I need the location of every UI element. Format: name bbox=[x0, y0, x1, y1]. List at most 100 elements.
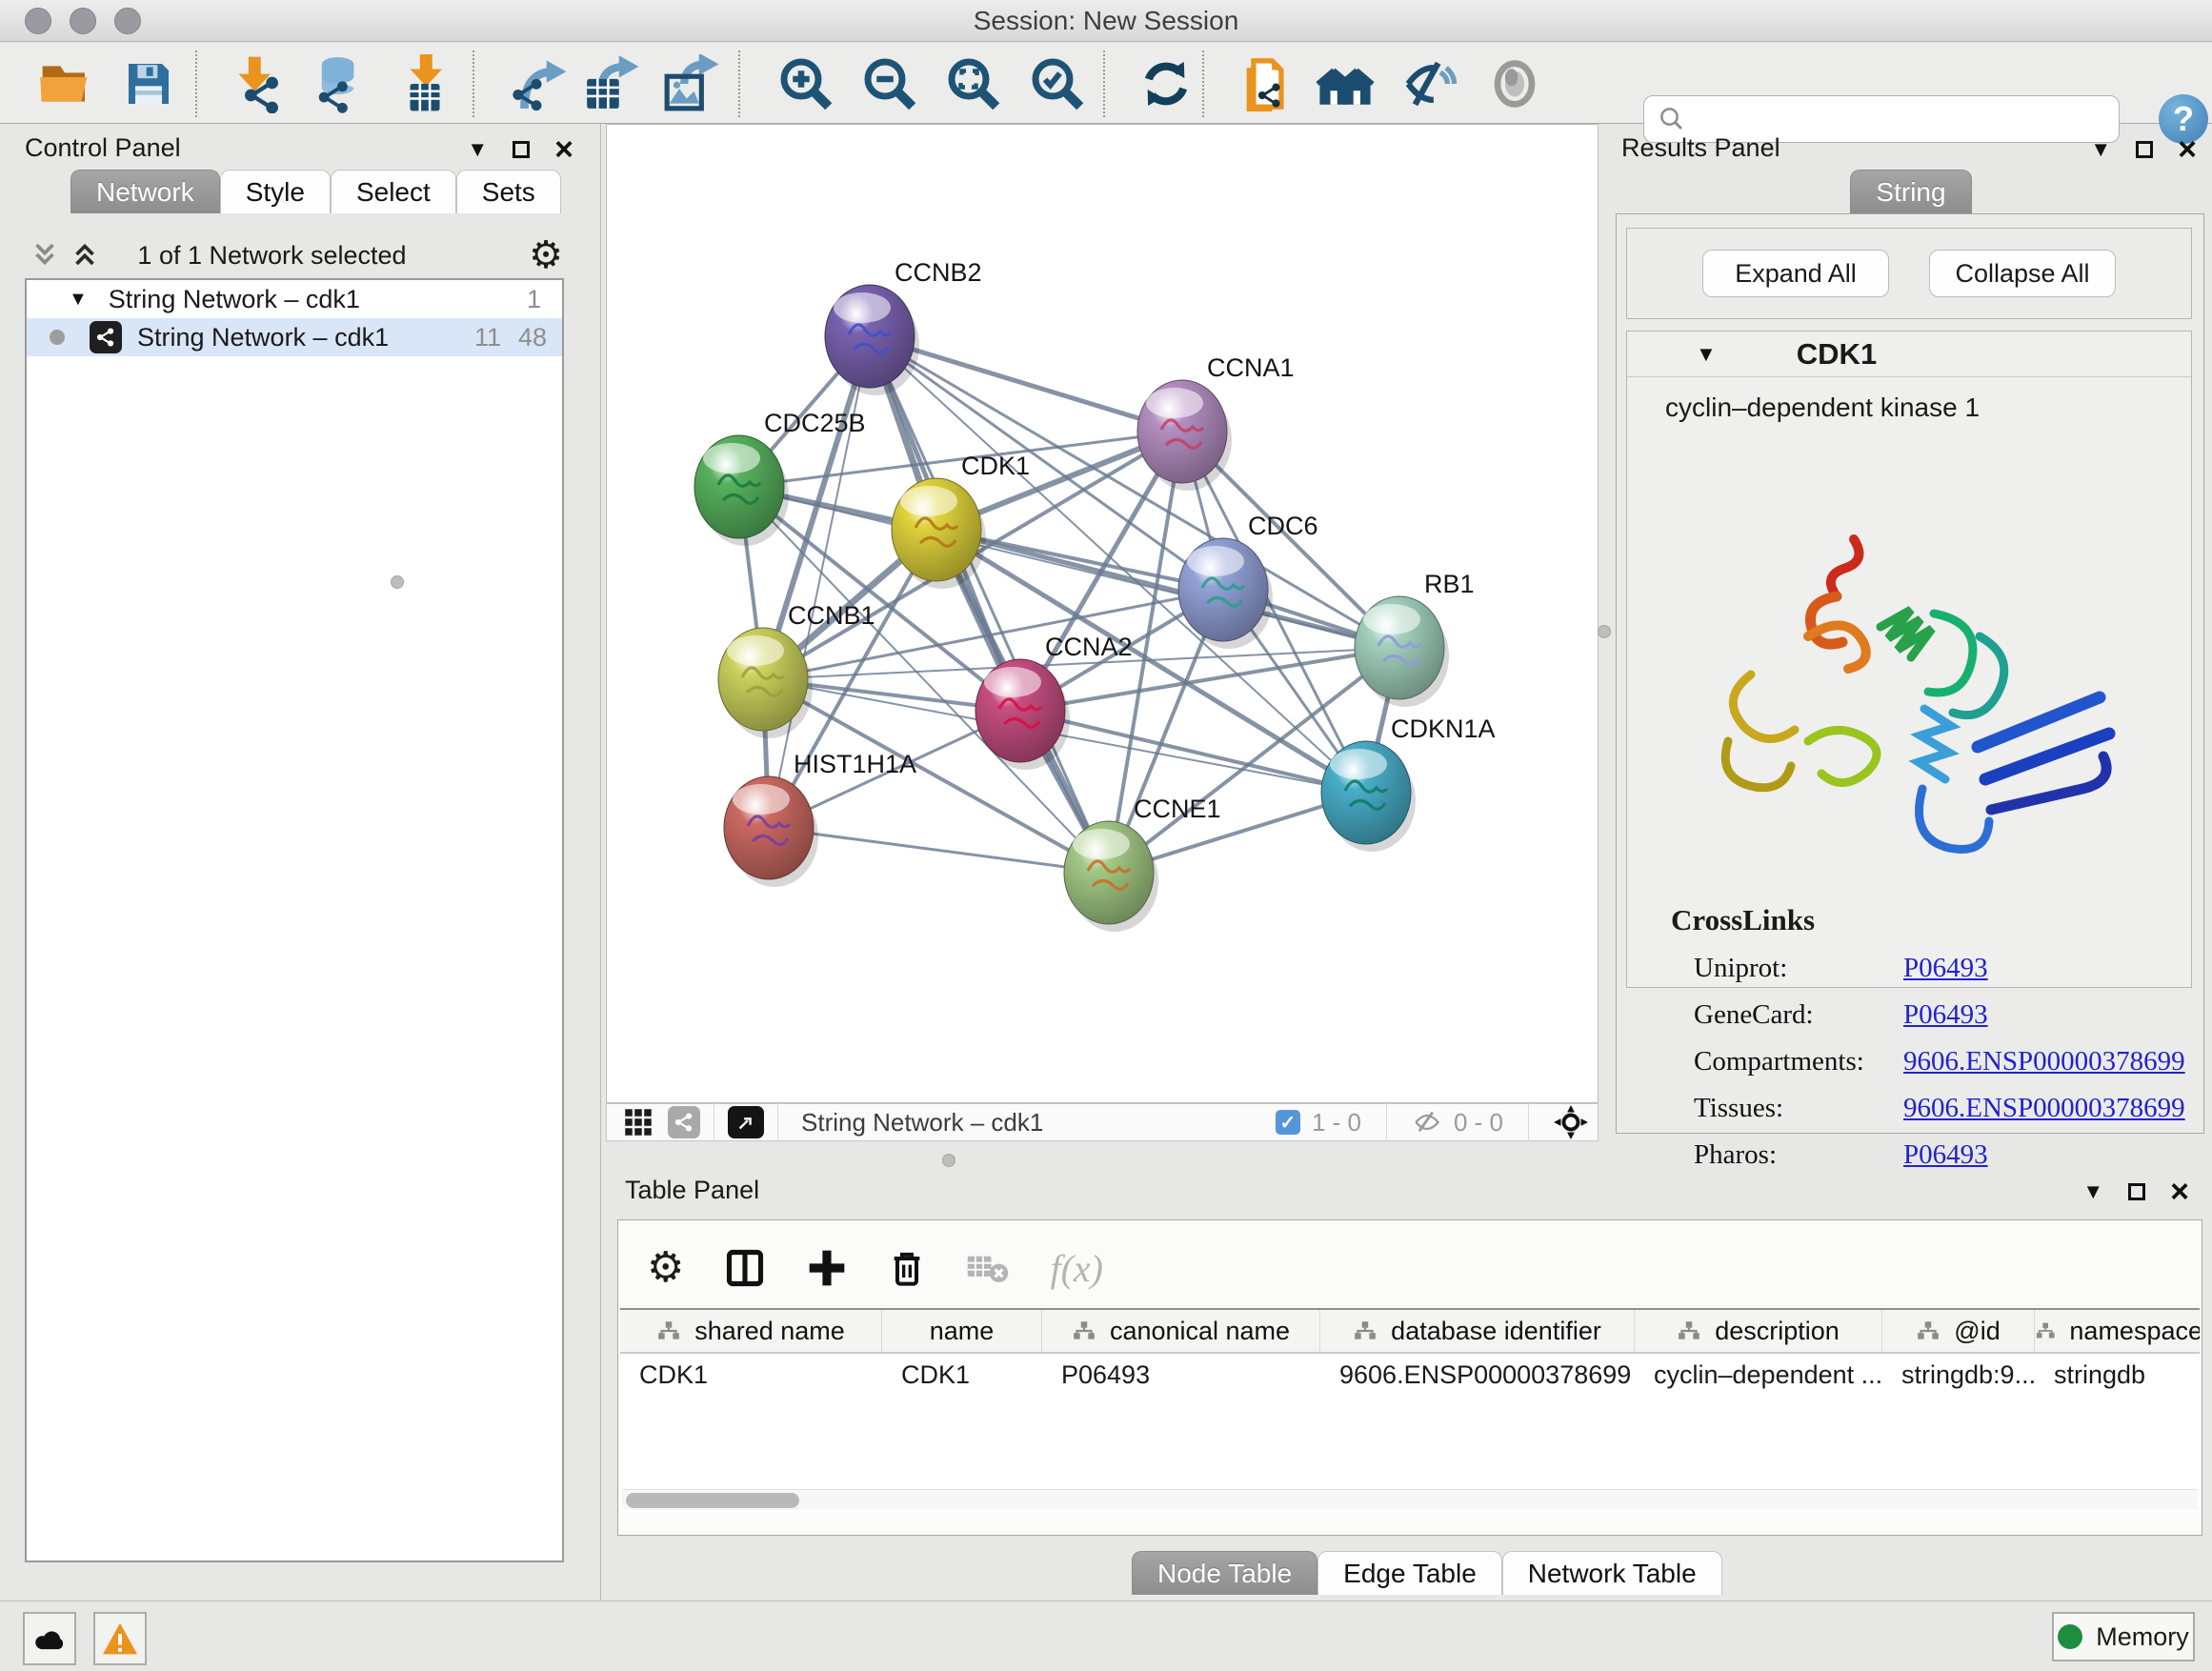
entry-collapse-caret-icon[interactable]: ▼ bbox=[1696, 342, 1717, 367]
node-CDC6[interactable]: CDC6 bbox=[1178, 512, 1318, 649]
panel-float-icon[interactable] bbox=[2136, 141, 2153, 158]
panel-menu-caret-icon[interactable]: ▼ bbox=[2090, 137, 2111, 162]
node-CCNB2[interactable]: CCNB2 bbox=[825, 258, 982, 395]
panel-float-icon[interactable] bbox=[513, 141, 530, 158]
edge-CCNA2-CDKN1A[interactable] bbox=[1020, 711, 1366, 793]
node-CCNB1[interactable]: CCNB1 bbox=[718, 601, 875, 738]
tab-sets[interactable]: Sets bbox=[456, 170, 561, 213]
panel-close-icon[interactable]: × bbox=[2170, 1182, 2189, 1201]
horizontal-scrollbar[interactable] bbox=[622, 1489, 2198, 1510]
network-canvas[interactable]: CCNB2CCNA1CDC25BCDK1CDC6RB1CCNB1CCNA2CDK… bbox=[606, 124, 1599, 1103]
new-network-from-selection-button[interactable] bbox=[1229, 52, 1301, 115]
popout-view-icon[interactable] bbox=[728, 1106, 764, 1138]
crosslink-label: GeneCard: bbox=[1694, 999, 1903, 1031]
panel-close-icon[interactable]: × bbox=[2178, 140, 2197, 159]
delete-column-trash-icon[interactable] bbox=[888, 1246, 926, 1290]
panel-close-icon[interactable]: × bbox=[554, 140, 573, 159]
network-view-title: String Network – cdk1 bbox=[801, 1108, 1043, 1137]
tab-edge-table[interactable]: Edge Table bbox=[1317, 1551, 1502, 1595]
table-options-gear-icon[interactable]: ⚙ bbox=[647, 1249, 684, 1287]
tab-network-table[interactable]: Network Table bbox=[1502, 1551, 1722, 1595]
node-RB1[interactable]: RB1 bbox=[1355, 570, 1475, 707]
separator bbox=[1386, 1103, 1387, 1141]
column-header-shared-name[interactable]: shared name bbox=[620, 1310, 882, 1352]
edge-CCNB2-CCNE1[interactable] bbox=[870, 336, 1109, 873]
tab-node-table[interactable]: Node Table bbox=[1132, 1551, 1317, 1595]
splitter-handle[interactable] bbox=[391, 575, 404, 589]
splitter-handle[interactable] bbox=[1598, 625, 1611, 638]
column-header--id[interactable]: @id bbox=[1882, 1310, 2035, 1352]
column-header-name[interactable]: name bbox=[882, 1310, 1042, 1352]
edge-CDK1-RB1[interactable] bbox=[936, 530, 1399, 648]
column-header-canonical-name[interactable]: canonical name bbox=[1042, 1310, 1320, 1352]
table-row[interactable]: CDK1CDK1P064939606.ENSP00000378699cyclin… bbox=[620, 1354, 2200, 1396]
table-cell: 9606.ENSP00000378699 bbox=[1320, 1354, 1635, 1396]
crosslink-row: GeneCard:P06493 bbox=[1694, 999, 2193, 1031]
zoom-selected-button[interactable] bbox=[1021, 52, 1094, 115]
network-row-selected[interactable]: String Network – cdk1 11 48 bbox=[27, 318, 562, 356]
node-CCNA1[interactable]: CCNA1 bbox=[1137, 353, 1295, 491]
birds-eye-view-icon[interactable] bbox=[624, 1108, 653, 1137]
export-network-button[interactable] bbox=[503, 52, 575, 115]
tab-style[interactable]: Style bbox=[220, 170, 331, 213]
edge-HIST1H1A-CCNE1[interactable] bbox=[769, 828, 1109, 873]
fit-selected-crosshair-icon[interactable] bbox=[1554, 1105, 1588, 1139]
crosslink-link[interactable]: P06493 bbox=[1903, 999, 1988, 1031]
network-type-icon bbox=[90, 321, 122, 353]
tab-network[interactable]: Network bbox=[70, 170, 220, 213]
fit-content-button[interactable] bbox=[937, 52, 1010, 115]
hide-selected-button[interactable] bbox=[1393, 52, 1465, 115]
node-CDK1[interactable]: CDK1 bbox=[892, 452, 1030, 589]
network-bullet-icon bbox=[50, 330, 65, 345]
show-all-button[interactable] bbox=[1478, 52, 1551, 115]
gene-entry-header[interactable]: ▼ CDK1 bbox=[1627, 332, 2191, 377]
tab-string[interactable]: String bbox=[1850, 170, 1971, 213]
crosslink-link[interactable]: 9606.ENSP00000378699 bbox=[1903, 1046, 2185, 1077]
zoom-out-button[interactable] bbox=[854, 52, 926, 115]
crosslink-label: Compartments: bbox=[1694, 1046, 1903, 1077]
import-network-from-database-button[interactable] bbox=[299, 52, 372, 115]
save-session-button[interactable] bbox=[112, 52, 185, 115]
tab-select[interactable]: Select bbox=[331, 170, 456, 213]
node-label-CDK1: CDK1 bbox=[961, 452, 1030, 480]
node-HIST1H1A[interactable]: HIST1H1A bbox=[724, 750, 916, 887]
string-network-graph[interactable]: CCNB2CCNA1CDC25BCDK1CDC6RB1CCNB1CCNA2CDK… bbox=[607, 125, 1598, 1102]
network-collection-row[interactable]: ▼ String Network – cdk1 1 bbox=[27, 280, 562, 318]
panel-menu-caret-icon[interactable]: ▼ bbox=[2082, 1179, 2103, 1204]
import-table-from-file-button[interactable] bbox=[389, 52, 461, 115]
network-list-header: 1 of 1 Network selected ⚙ bbox=[0, 234, 601, 276]
main-toolbar: ? bbox=[0, 43, 2212, 124]
crosslink-link[interactable]: 9606.ENSP00000378699 bbox=[1903, 1093, 2185, 1124]
warnings-button[interactable] bbox=[93, 1612, 147, 1665]
export-table-button[interactable] bbox=[575, 52, 648, 115]
first-neighbors-button[interactable] bbox=[1309, 52, 1381, 115]
create-column-plus-icon[interactable] bbox=[806, 1247, 848, 1289]
apply-preferred-layout-button[interactable] bbox=[1130, 52, 1202, 115]
column-header-namespace[interactable]: namespace bbox=[2035, 1310, 2200, 1352]
expand-all-button[interactable]: Expand All bbox=[1702, 250, 1889, 297]
column-header-database-identifier[interactable]: database identifier bbox=[1320, 1310, 1635, 1352]
table-cell: cyclin–dependent ... bbox=[1635, 1354, 1882, 1396]
show-columns-icon[interactable] bbox=[724, 1246, 766, 1290]
tree-expand-caret-icon[interactable]: ▼ bbox=[69, 289, 88, 311]
network-options-gear-icon[interactable]: ⚙ bbox=[529, 236, 563, 274]
zoom-in-button[interactable] bbox=[770, 52, 842, 115]
selected-node-edge-counts: 1 - 0 bbox=[1312, 1108, 1361, 1137]
column-header-description[interactable]: description bbox=[1635, 1310, 1882, 1352]
node-CDKN1A[interactable]: CDKN1A bbox=[1321, 715, 1496, 852]
results-panel: Results Panel ▼ × String Expand All Coll… bbox=[1610, 124, 2212, 1166]
panel-float-icon[interactable] bbox=[2128, 1183, 2145, 1200]
open-session-button[interactable] bbox=[29, 52, 101, 115]
selected-checkbox-icon[interactable]: ✓ bbox=[1276, 1110, 1300, 1135]
export-image-button[interactable] bbox=[655, 52, 728, 115]
scrollbar-thumb[interactable] bbox=[626, 1493, 799, 1508]
crosslink-link[interactable]: P06493 bbox=[1903, 953, 1988, 984]
node-CCNE1[interactable]: CCNE1 bbox=[1064, 795, 1221, 932]
splitter-handle[interactable] bbox=[942, 1154, 955, 1167]
status-bar: Memory bbox=[0, 1601, 2212, 1671]
import-network-from-file-button[interactable] bbox=[217, 52, 290, 115]
memory-button[interactable]: Memory bbox=[2052, 1612, 2195, 1661]
panel-menu-caret-icon[interactable]: ▼ bbox=[467, 137, 488, 162]
collapse-all-button[interactable]: Collapse All bbox=[1929, 250, 2116, 297]
cloud-status-button[interactable] bbox=[23, 1612, 76, 1665]
